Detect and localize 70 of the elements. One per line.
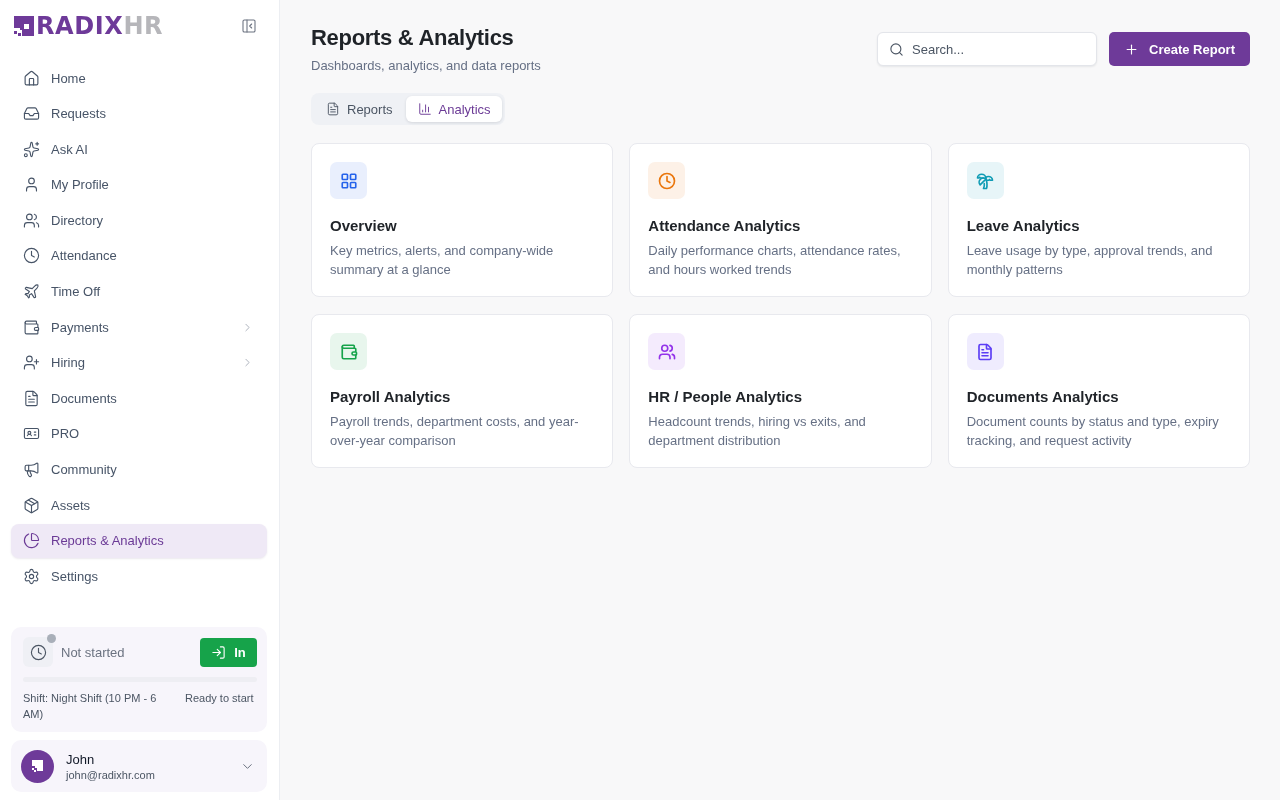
- settings-icon: [23, 567, 40, 585]
- page-subtitle: Dashboards, analytics, and data reports: [311, 58, 541, 73]
- nav-item[interactable]: Hiring: [11, 345, 267, 380]
- nav-item[interactable]: Time Off: [11, 274, 267, 309]
- card-title: Leave Analytics: [966, 216, 1081, 236]
- card-title: HR / People Analytics: [648, 387, 803, 407]
- report-card[interactable]: HR / People Analytics Headcount trends, hiring vs exits, and department distribution: [629, 314, 932, 468]
- box-icon: [23, 496, 40, 514]
- page-title: Reports & Analytics: [311, 24, 515, 52]
- pie-chart-icon: [23, 532, 40, 550]
- clock-icon: [23, 247, 40, 265]
- tab[interactable]: Analytics: [405, 96, 502, 122]
- search-field[interactable]: Search...: [877, 32, 1098, 66]
- report-card[interactable]: Documents Analytics Document counts by status and type, expiry tracking, and request activity: [947, 314, 1250, 468]
- report-card[interactable]: Attendance Analytics Daily performance charts, attendance rates, and hours worked trends: [629, 143, 932, 297]
- card-description: Payroll trends, department costs, and year-over-year comparison: [330, 413, 580, 450]
- wallet-icon: [23, 318, 40, 336]
- bar-chart-icon: [417, 102, 432, 116]
- card-description: Daily performance charts, attendance rates, and hours worked trends: [648, 242, 902, 279]
- report-card[interactable]: Overview Key metrics, alerts, and company-wide summary at a glance: [311, 143, 614, 297]
- nav-item[interactable]: Settings: [11, 559, 267, 594]
- user-icon: [23, 176, 40, 194]
- house-icon: [23, 69, 40, 87]
- nav-item[interactable]: Home: [11, 61, 267, 95]
- shift-text: Shift: Night Shift (10 PM - 6 AM): [23, 691, 158, 722]
- nav-item[interactable]: Reports & Analytics: [11, 523, 267, 558]
- card-title: Overview: [330, 216, 398, 236]
- document-icon: [326, 102, 340, 116]
- logo-text: RADIXHR: [36, 14, 164, 38]
- sparkles-icon: [23, 140, 40, 158]
- plane-icon: [23, 283, 40, 301]
- nav-item[interactable]: Assets: [11, 488, 267, 523]
- card-title: Documents Analytics: [966, 387, 1120, 407]
- report-card[interactable]: Payroll Analytics Payroll trends, department costs, and year-over-year comparison: [311, 314, 614, 468]
- nav-item[interactable]: My Profile: [11, 167, 267, 202]
- card-description: Headcount trends, hiring vs exits, and department distribution: [648, 413, 867, 450]
- tab[interactable]: Reports: [314, 96, 404, 122]
- nav-item[interactable]: Community: [11, 452, 267, 487]
- users-icon: [23, 211, 40, 229]
- nav-item[interactable]: Payments: [11, 310, 267, 345]
- plus-icon: [1124, 41, 1140, 57]
- avatar: [21, 749, 54, 783]
- inbox-icon: [23, 105, 40, 123]
- nav-item[interactable]: Requests: [11, 96, 267, 131]
- document-icon: [23, 389, 40, 407]
- card-description: Leave usage by type, approval trends, and monthly patterns: [966, 242, 1214, 279]
- report-card[interactable]: Leave Analytics Leave usage by type, approval trends, and monthly patterns: [947, 143, 1250, 297]
- user-plus-icon: [23, 354, 40, 372]
- log-in-icon: [211, 644, 227, 660]
- logo-icon: [14, 16, 34, 36]
- nav-item[interactable]: Documents: [11, 381, 267, 416]
- collapse-sidebar-button[interactable]: [241, 18, 257, 34]
- card-title: Attendance Analytics: [648, 216, 802, 236]
- card-description: Document counts by status and type, expiry tracking, and request activity: [966, 413, 1220, 450]
- card-description: Key metrics, alerts, and company-wide summary at a glance: [330, 242, 555, 279]
- search-icon: [889, 41, 905, 57]
- megaphone-icon: [23, 461, 40, 479]
- create-report-button[interactable]: Create Report: [1109, 32, 1250, 66]
- clock-icon: [23, 637, 53, 667]
- nav-item[interactable]: Directory: [11, 203, 267, 238]
- panel-collapse-icon: [241, 18, 257, 34]
- nav-item[interactable]: PRO: [11, 416, 267, 451]
- user-name: John: [66, 751, 96, 767]
- nav-item[interactable]: Ask AI: [11, 132, 267, 167]
- clock-status-text: Not started: [61, 644, 126, 660]
- nav-item[interactable]: Attendance: [11, 238, 267, 273]
- user-email: john@radixhr.com: [66, 768, 156, 781]
- card-title: Payroll Analytics: [330, 387, 452, 407]
- user-menu-button[interactable]: John john@radixhr.com: [11, 740, 267, 792]
- shift-status-text: Ready to start: [185, 691, 255, 706]
